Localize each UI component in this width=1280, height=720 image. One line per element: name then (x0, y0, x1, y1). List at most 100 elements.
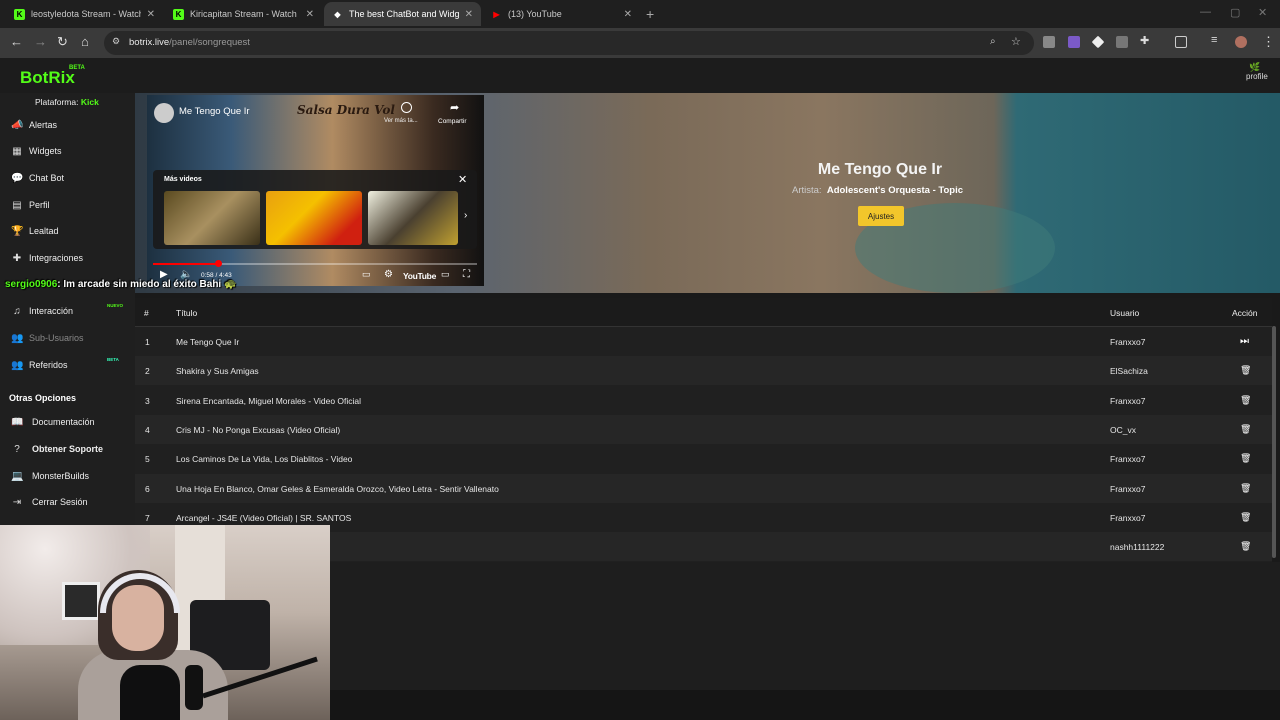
row-title: Cris MJ - No Ponga Excusas (Video Oficia… (176, 424, 341, 435)
sidebar-item-label: Perfil (29, 200, 50, 210)
book-icon: 📖 (11, 416, 24, 428)
bookmark-star-icon[interactable]: ☆ (1011, 35, 1021, 48)
zoom-icon[interactable]: ⌕ (990, 36, 996, 47)
sidebar-item-referidos[interactable]: 👥 Referidos BETA (0, 354, 135, 376)
users-icon: 👥 (11, 332, 24, 344)
sidebar-item-obtener-soporte[interactable]: ? Obtener Soporte (0, 438, 135, 460)
settings-button[interactable]: Ajustes (858, 206, 904, 226)
close-window-button[interactable]: ✕ (1258, 6, 1267, 19)
video-title[interactable]: Me Tengo Que Ir (179, 106, 250, 117)
video-thumbnail[interactable] (266, 191, 362, 245)
watch-later-label[interactable]: Ver más ta... (384, 118, 418, 124)
sidebar-item-cerrar-sesi-n[interactable]: ⇥ Cerrar Sesión (0, 491, 135, 513)
app-header: BotRix BETA 🌿 profile (0, 58, 1280, 93)
cast-icon[interactable]: ▭ (441, 269, 450, 280)
sidebar-item-label: Integraciones (29, 253, 84, 263)
extension-grid-icon[interactable] (1116, 36, 1128, 48)
sidebar-item-label: MonsterBuilds (32, 471, 90, 481)
delete-icon[interactable]: 🗑 (1240, 512, 1251, 523)
skip-icon[interactable]: ⏭ (1240, 336, 1249, 347)
row-user: Franxxo7 (1110, 512, 1146, 523)
share-icon[interactable]: ➦ (450, 101, 459, 114)
progress-fill (153, 263, 218, 265)
sidebar-item-alertas[interactable]: 📣 Alertas (0, 114, 135, 136)
logout-icon: ⇥ (12, 496, 22, 508)
sidebar-item-chat-bot[interactable]: 💬 Chat Bot (0, 167, 135, 189)
tab-close-icon[interactable]: ✕ (306, 9, 314, 20)
avatar[interactable] (1235, 36, 1247, 48)
tab-close-icon[interactable]: ✕ (624, 9, 632, 20)
sidebar-item-lealtad[interactable]: 🏆 Lealtad (0, 220, 135, 242)
home-icon[interactable]: ⌂ (81, 34, 89, 49)
botrix-logo[interactable]: BotRix (20, 68, 75, 88)
tab-close-icon[interactable]: ✕ (465, 9, 473, 20)
forward-icon[interactable]: → (34, 34, 47, 49)
new-tab-button[interactable]: + (646, 6, 654, 22)
video-thumbnail[interactable] (164, 191, 260, 245)
id-card-icon: ▤ (12, 199, 22, 211)
back-icon[interactable]: ← (10, 34, 23, 49)
sidebar-badge: NUEVO (107, 303, 124, 308)
video-thumbnail[interactable] (368, 191, 458, 245)
extensions-puzzle-icon[interactable]: ✚ (1140, 34, 1149, 47)
sidebar-item-widgets[interactable]: ▦ Widgets (0, 140, 135, 162)
sidebar-item-interacci-n[interactable]: ♫ Interacción NUEVO (0, 300, 135, 322)
youtube-logo[interactable]: YouTube (403, 271, 436, 281)
youtube-player[interactable]: Me Tengo Que Ir Salsa Dura Vol Ver más t… (147, 95, 484, 286)
delete-icon[interactable]: 🗑 (1240, 541, 1251, 552)
sidebar-item-sub-usuarios[interactable]: 👥 Sub-Usuarios (0, 327, 135, 349)
minimize-button[interactable]: — (1200, 6, 1211, 18)
delete-icon[interactable]: 🗑 (1240, 453, 1251, 464)
clock-icon[interactable] (401, 102, 412, 113)
sidebar-item-integraciones[interactable]: ✚ Integraciones (0, 247, 135, 269)
url-text: botrix.live/panel/songrequest (129, 37, 250, 48)
extension-shield-icon[interactable] (1043, 36, 1055, 48)
sidebar-item-documentaci-n[interactable]: 📖 Documentación (0, 411, 135, 433)
subtitles-icon[interactable]: ▭ (362, 269, 371, 280)
reload-icon[interactable]: ↻ (57, 34, 68, 50)
cast-icon[interactable] (1175, 36, 1187, 48)
table-row: 1 Me Tengo Que Ir Franxxo7 ⏭ (135, 327, 1272, 356)
more-videos-panel: Más videos ✕ › (153, 170, 477, 249)
other-options-title: Otras Opciones (9, 393, 77, 403)
song-queue-table: # Título Usuario Acción 1 Me Tengo Que Ir… (135, 298, 1272, 562)
maximize-button[interactable]: ▢ (1230, 6, 1240, 19)
delete-icon[interactable]: 🗑 (1240, 395, 1251, 406)
profile-link[interactable]: profile (1246, 72, 1268, 81)
table-row: 3 Sirena Encantada, Miguel Morales - Vide… (135, 386, 1272, 415)
site-info-icon[interactable]: ⚙ (112, 36, 120, 47)
sidebar-item-monsterbuilds[interactable]: 💻 MonsterBuilds (0, 465, 135, 487)
settings-gear-icon[interactable]: ⚙ (384, 269, 393, 280)
reading-list-icon[interactable]: ≡ (1211, 34, 1217, 46)
row-number: 6 (145, 483, 150, 494)
browser-menu-icon[interactable]: ⋮ (1262, 34, 1275, 50)
delete-icon[interactable]: 🗑 (1240, 483, 1251, 494)
row-number: 3 (145, 395, 150, 406)
scrollbar[interactable] (1272, 326, 1276, 558)
address-bar[interactable]: ⚙ botrix.live/panel/songrequest ⌕ ☆ (104, 31, 1034, 55)
page-footer (330, 690, 1280, 720)
row-user: ElSachiza (1110, 366, 1148, 377)
chevron-right-icon[interactable]: › (464, 210, 467, 221)
table-row: 2 Shakira y Sus Amigas ElSachiza 🗑 (135, 356, 1272, 386)
sidebar-item-perfil[interactable]: ▤ Perfil (0, 194, 135, 216)
sidebar-item-label: Documentación (32, 417, 95, 427)
browser-tab[interactable]: ▶ (13) YouTube ✕ (483, 2, 640, 26)
row-title: Sirena Encantada, Miguel Morales - Video… (176, 395, 362, 406)
row-number: 5 (145, 454, 150, 465)
delete-icon[interactable]: 🗑 (1240, 365, 1251, 376)
channel-avatar[interactable] (154, 103, 174, 123)
progress-scrubber[interactable] (214, 260, 222, 267)
fullscreen-icon[interactable]: ⛶ (463, 269, 470, 280)
tab-close-icon[interactable]: ✕ (147, 9, 155, 20)
browser-tab[interactable]: Kleostyledota Stream - Watch Li ✕ (6, 2, 163, 26)
share-label[interactable]: Compartir (438, 118, 467, 125)
extension-diamond-icon[interactable] (1091, 35, 1105, 49)
browser-tab[interactable]: ◆ The best ChatBot and Widgets ✕ (324, 2, 481, 26)
close-icon[interactable]: ✕ (458, 173, 467, 186)
browser-tab[interactable]: K Kiricapitan Stream - Watch Live ✕ (165, 2, 322, 26)
delete-icon[interactable]: 🗑 (1240, 424, 1251, 435)
table-header: # Título Usuario Acción (135, 298, 1272, 327)
extension-pen-icon[interactable] (1068, 36, 1080, 48)
beta-badge: BETA (69, 65, 85, 71)
